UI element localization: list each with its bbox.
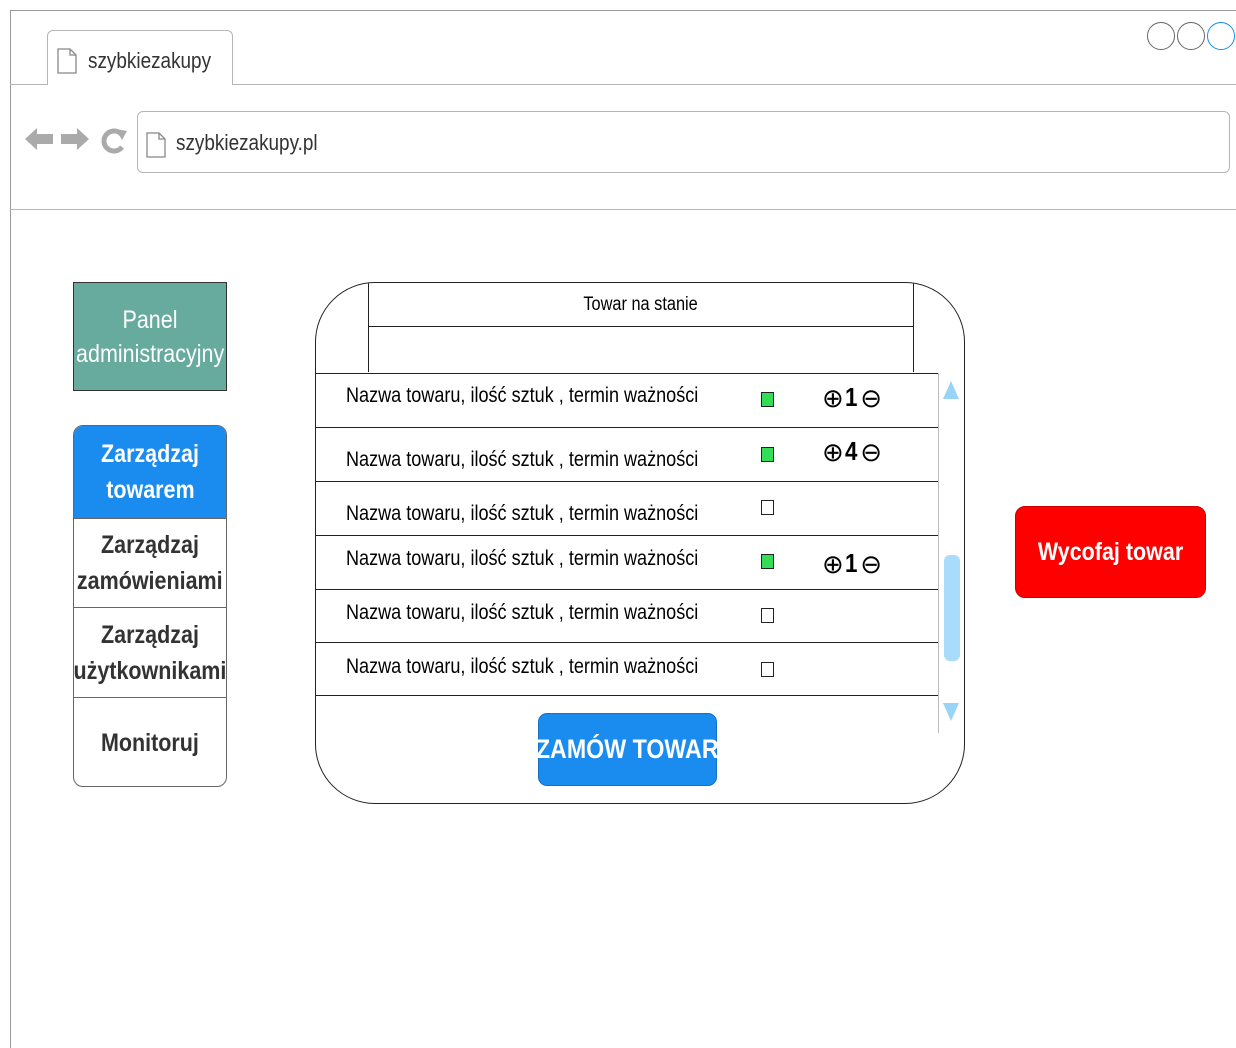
scroll-thumb[interactable] xyxy=(944,555,960,661)
row-name: Nazwa towaru, ilość sztuk , termin ważno… xyxy=(346,601,699,624)
window-border xyxy=(10,10,1236,11)
order-button-label: ZAMÓW TOWAR xyxy=(536,734,719,764)
table-row[interactable]: Nazwa towaru, ilość sztuk , termin ważno… xyxy=(316,373,938,427)
row-name: Nazwa towaru, ilość sztuk , termin ważno… xyxy=(346,502,699,525)
table-row[interactable]: Nazwa towaru, ilość sztuk , termin ważno… xyxy=(316,427,938,481)
row-checkbox[interactable] xyxy=(761,392,774,407)
row-checkbox[interactable] xyxy=(761,608,774,623)
menu-item-label: Monitoruj xyxy=(101,728,199,757)
row-name: Nazwa towaru, ilość sztuk , termin ważno… xyxy=(346,448,699,471)
scroll-up-arrow-icon[interactable] xyxy=(943,381,959,399)
browser-tab[interactable]: szybkiezakupy xyxy=(47,30,233,85)
reload-icon[interactable] xyxy=(100,127,128,160)
panel-title-line: administracyjny xyxy=(75,339,225,368)
menu-item-monitor[interactable]: Monitoruj xyxy=(74,697,226,786)
quantity-value: 1 xyxy=(844,382,858,412)
withdraw-button-label: Wycofaj towar xyxy=(1037,537,1184,566)
menu-item-manage-goods[interactable]: Zarządzaj towarem xyxy=(74,426,226,518)
menu-item-label: towarem xyxy=(105,476,195,504)
row-checkbox[interactable] xyxy=(761,554,774,569)
order-goods-button[interactable]: ZAMÓW TOWAR xyxy=(536,713,719,786)
table-bottom-border xyxy=(316,695,938,696)
scroll-down-arrow-icon[interactable] xyxy=(943,703,959,721)
page-icon xyxy=(146,132,166,163)
quantity-stepper: ⊕ 1 ⊖ xyxy=(822,548,882,579)
quantity-value: 1 xyxy=(844,548,858,578)
table-row[interactable]: Nazwa towaru, ilość sztuk , termin ważno… xyxy=(316,481,938,535)
address-bar[interactable]: szybkiezakupy.pl xyxy=(137,111,1230,173)
menu-item-manage-orders[interactable]: Zarządzaj zamówieniami xyxy=(74,518,226,607)
window-control-icon[interactable] xyxy=(1177,22,1205,50)
minus-icon[interactable]: ⊖ xyxy=(860,385,882,411)
row-name: Nazwa towaru, ilość sztuk , termin ważno… xyxy=(346,384,699,407)
table-row[interactable]: Nazwa towaru, ilość sztuk , termin ważno… xyxy=(316,642,938,696)
minus-icon[interactable]: ⊖ xyxy=(860,439,882,465)
table-row[interactable]: Nazwa towaru, ilość sztuk , termin ważno… xyxy=(316,589,938,642)
forward-arrow-icon[interactable] xyxy=(60,126,90,157)
table-header-label: Towar na stanie xyxy=(583,294,699,315)
table-scrollbar[interactable] xyxy=(938,373,964,733)
quantity-stepper: ⊕ 1 ⊖ xyxy=(822,382,882,413)
quantity-value: 4 xyxy=(844,436,858,466)
window-control-icon[interactable] xyxy=(1147,22,1175,50)
menu-item-label: użytkownikami xyxy=(73,656,227,685)
table-header-empty xyxy=(368,327,914,372)
page-icon xyxy=(57,48,77,79)
back-arrow-icon[interactable] xyxy=(24,126,54,157)
menu-item-label: Zarządzaj xyxy=(101,620,199,649)
menu-item-label: zamówieniami xyxy=(77,567,223,595)
admin-panel-label: Panel administracyjny xyxy=(73,282,227,391)
plus-icon[interactable]: ⊕ xyxy=(822,439,844,465)
menu-item-manage-users[interactable]: Zarządzaj użytkownikami xyxy=(74,607,226,697)
chrome-divider xyxy=(10,209,1236,210)
side-menu: Zarządzaj towarem Zarządzaj zamówieniami… xyxy=(73,425,227,787)
url-text: szybkiezakupy.pl xyxy=(176,130,318,155)
table-row[interactable]: Nazwa towaru, ilość sztuk , termin ważno… xyxy=(316,535,938,589)
tab-title: szybkiezakupy xyxy=(88,48,212,73)
menu-item-label: Zarządzaj xyxy=(101,531,199,559)
row-checkbox[interactable] xyxy=(761,662,774,677)
window-control-icon[interactable] xyxy=(1207,22,1235,50)
window-border-left xyxy=(10,10,11,1048)
panel-title-line: Panel xyxy=(122,305,178,334)
row-checkbox[interactable] xyxy=(761,500,774,515)
minus-icon[interactable]: ⊖ xyxy=(860,551,882,577)
plus-icon[interactable]: ⊕ xyxy=(822,385,844,411)
row-name: Nazwa towaru, ilość sztuk , termin ważno… xyxy=(346,547,699,570)
plus-icon[interactable]: ⊕ xyxy=(822,551,844,577)
table-header: Towar na stanie xyxy=(368,283,914,327)
quantity-stepper: ⊕ 4 ⊖ xyxy=(822,436,882,467)
menu-item-label: Zarządzaj xyxy=(101,440,199,468)
tab-strip-line xyxy=(232,84,1236,85)
row-checkbox[interactable] xyxy=(761,447,774,462)
withdraw-goods-button[interactable]: Wycofaj towar xyxy=(1015,506,1206,598)
tab-strip-line xyxy=(10,84,47,85)
row-name: Nazwa towaru, ilość sztuk , termin ważno… xyxy=(346,655,699,678)
